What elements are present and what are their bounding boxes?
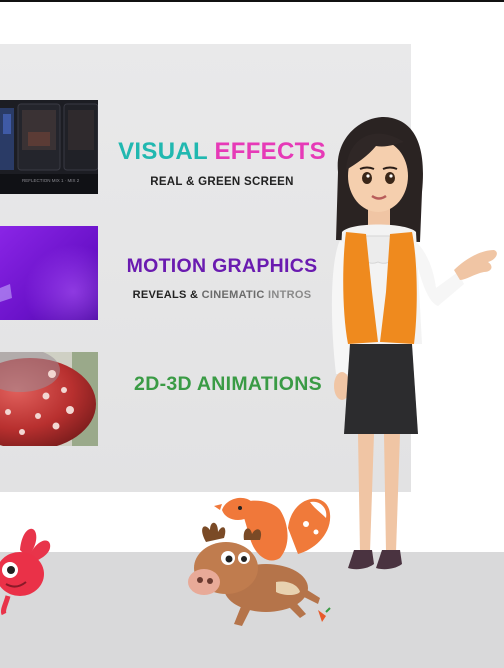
woman-presenter-illustration xyxy=(330,112,504,598)
mg-subtitle-part2: CINEMATIC xyxy=(201,289,265,301)
mg-subtitle-part1: REVEALS & xyxy=(132,289,199,301)
motion-graphics-title: MOTION GRAPHICS xyxy=(126,255,318,277)
top-border xyxy=(0,0,504,2)
vfx-subtitle: REAL & GREEN SCREEN xyxy=(150,176,294,188)
animation-title: 2D-3D ANIMATIONS xyxy=(134,373,322,395)
motion-graphics-thumbnail xyxy=(0,226,98,320)
mg-subtitle-part3: INTROS xyxy=(268,289,312,301)
red-bunny-mascot xyxy=(0,520,52,616)
vfx-thumbnail: REFLECTION MIX 1 · MIX 2 xyxy=(0,100,98,194)
video-frame: REFLECTION MIX 1 · MIX 2 VISUAL EFFECTS … xyxy=(0,0,504,668)
motion-graphics-subtitle: REVEALS & CINEMATIC INTROS xyxy=(116,289,328,301)
vfx-title-part2: EFFECTS xyxy=(214,138,326,165)
animation-thumbnail xyxy=(0,352,98,446)
vfx-title-part1: VISUAL xyxy=(118,138,208,165)
fox-riding-moose-illustration xyxy=(180,484,332,632)
vfx-thumb-caption: REFLECTION MIX 1 · MIX 2 xyxy=(22,178,80,183)
vfx-title: VISUAL EFFECTS xyxy=(116,138,328,166)
